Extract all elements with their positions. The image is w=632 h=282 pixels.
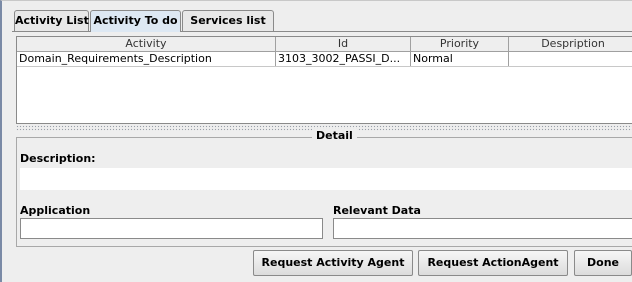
cell-id: 3103_3002_PASSI_D... (276, 52, 411, 66)
relevant-data-field[interactable] (333, 218, 632, 239)
relevant-data-label: Relevant Data (333, 204, 421, 217)
detail-title: Detail (312, 129, 357, 143)
cell-description (509, 52, 632, 66)
column-header-id[interactable]: Id (276, 37, 411, 51)
activity-table[interactable]: Activity Id Priority Despription Domain_… (16, 36, 632, 124)
cell-activity: Domain_Requirements_Description (17, 52, 276, 66)
tab-activity-to-do[interactable]: Activity To do (90, 10, 181, 32)
table-header: Activity Id Priority Despription (17, 37, 632, 52)
tab-activity-list[interactable]: Activity List (14, 10, 89, 31)
application-label: Application (20, 204, 91, 217)
column-header-priority[interactable]: Priority (411, 37, 509, 51)
column-header-activity[interactable]: Activity (17, 37, 276, 51)
description-field[interactable] (20, 168, 632, 190)
cell-priority: Normal (411, 52, 509, 66)
request-action-agent-button[interactable]: Request ActionAgent (418, 250, 568, 276)
tab-services-list[interactable]: Services list (182, 10, 274, 31)
done-button[interactable]: Done (574, 250, 632, 276)
table-row[interactable]: Domain_Requirements_Description 3103_300… (17, 52, 632, 67)
column-header-description[interactable]: Despription (509, 37, 632, 51)
application-field[interactable] (20, 218, 323, 239)
window-frame: Activity List Activity To do Services li… (0, 0, 632, 282)
request-activity-agent-button[interactable]: Request Activity Agent (253, 250, 413, 276)
description-label: Description: (20, 152, 96, 165)
